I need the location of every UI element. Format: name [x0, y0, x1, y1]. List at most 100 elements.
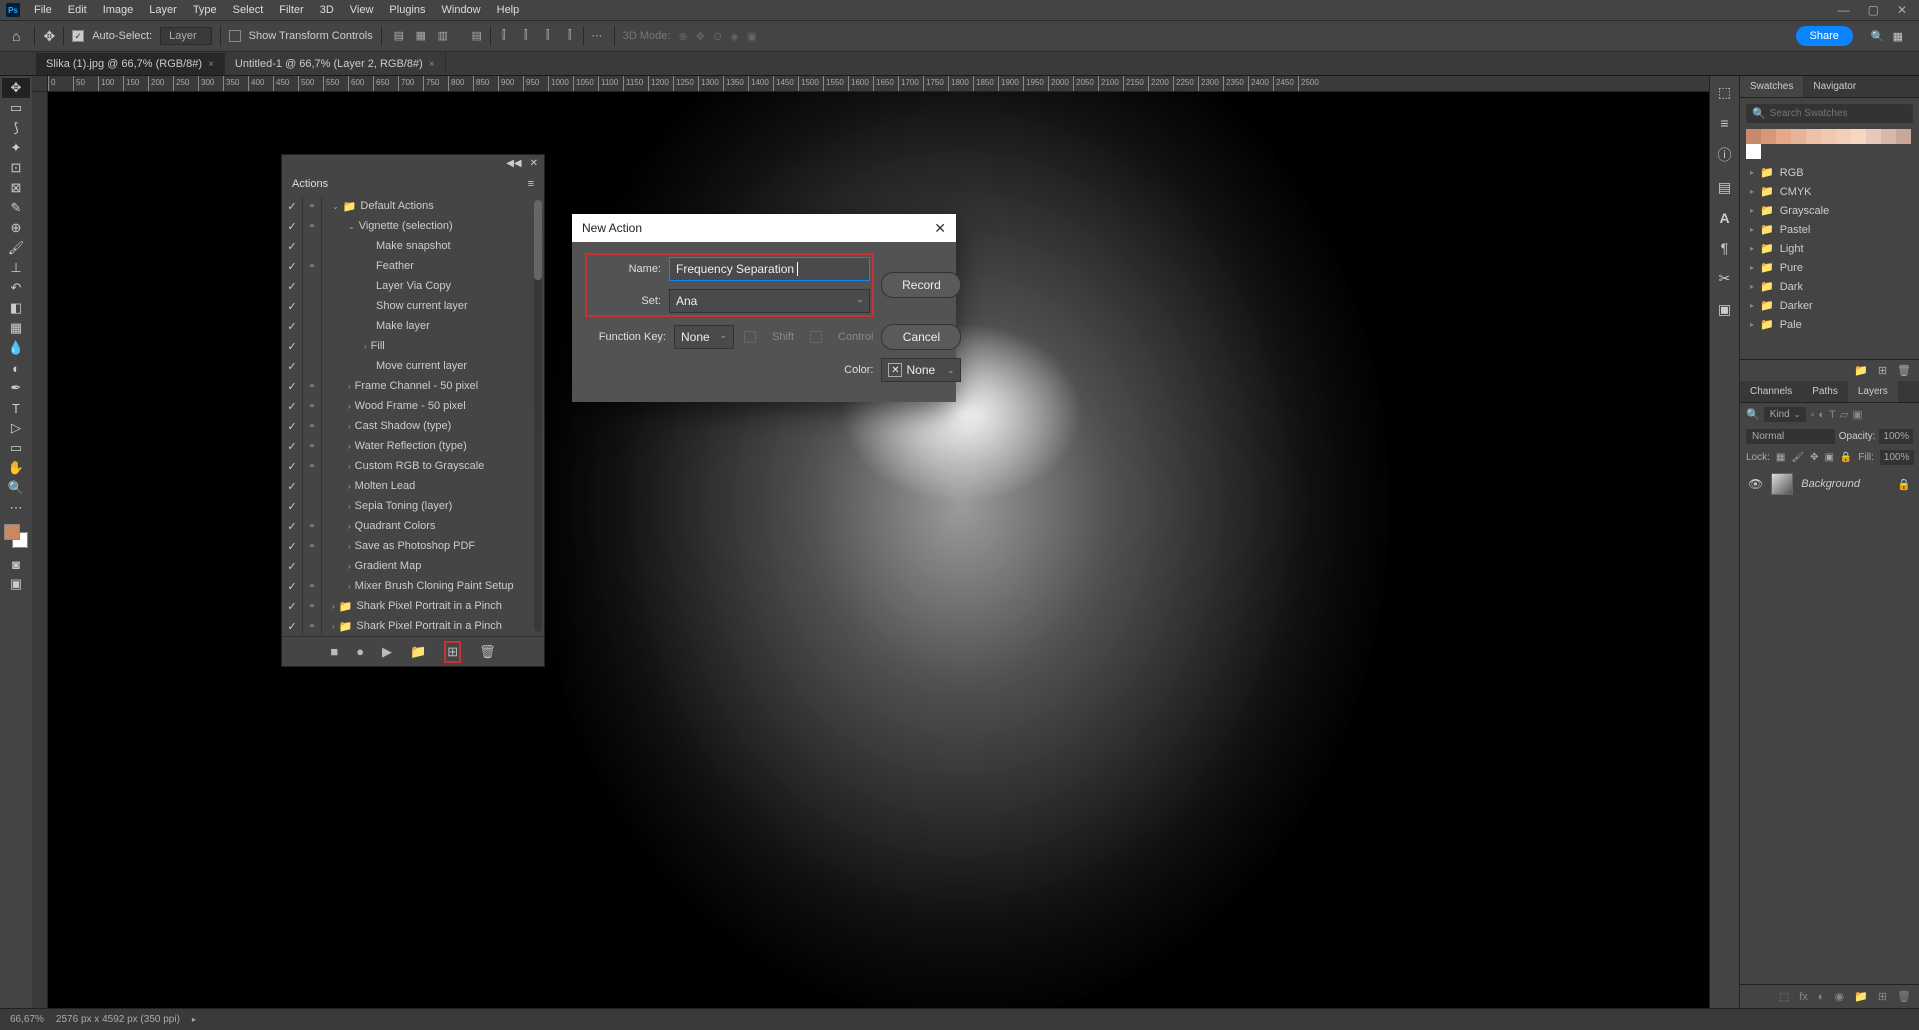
- filter-shape-icon[interactable]: ▱: [1840, 408, 1848, 421]
- action-row[interactable]: ✓▫›📁Shark Pixel Portrait in a Pinch: [282, 616, 534, 636]
- lock-artboard-icon[interactable]: ▣: [1824, 452, 1833, 463]
- quick-mask-tool[interactable]: ◙: [2, 554, 30, 574]
- swatch[interactable]: [1806, 129, 1821, 144]
- auto-select-checkbox[interactable]: ✓: [72, 30, 84, 42]
- dodge-tool[interactable]: ◐: [2, 358, 30, 378]
- new-group-icon[interactable]: 📁: [1854, 990, 1868, 1003]
- minimize-icon[interactable]: —: [1838, 3, 1850, 17]
- dialog-titlebar[interactable]: New Action ✕: [572, 214, 956, 242]
- swatches-tab[interactable]: Swatches: [1740, 76, 1803, 97]
- function-key-select[interactable]: None⌄: [674, 325, 734, 349]
- distribute-v-icon[interactable]: ⫿: [495, 26, 513, 44]
- show-transform-checkbox[interactable]: [229, 30, 241, 42]
- crop-tool[interactable]: ⊡: [2, 158, 30, 178]
- wand-tool[interactable]: ✦: [2, 138, 30, 158]
- pen-tool[interactable]: ✒: [2, 378, 30, 398]
- record-button[interactable]: Record: [881, 272, 961, 298]
- type-tool[interactable]: T: [2, 398, 30, 418]
- swatch-group[interactable]: ▸📁Grayscale: [1740, 201, 1919, 220]
- menu-edit[interactable]: Edit: [60, 1, 95, 19]
- new-swatch-icon[interactable]: ⊞: [1878, 364, 1887, 377]
- new-set-icon[interactable]: 📁: [410, 644, 426, 660]
- swatch[interactable]: [1791, 129, 1806, 144]
- align-top-icon[interactable]: ▤: [468, 26, 486, 44]
- paths-tab[interactable]: Paths: [1802, 381, 1848, 402]
- swatch-search-input[interactable]: [1770, 108, 1907, 119]
- menu-help[interactable]: Help: [489, 1, 528, 19]
- share-button[interactable]: Share: [1796, 26, 1853, 46]
- swatch[interactable]: [1881, 129, 1896, 144]
- character-panel-icon[interactable]: A: [1719, 210, 1729, 226]
- document-tab[interactable]: Untitled-1 @ 66,7% (Layer 2, RGB/8#)×: [225, 53, 446, 75]
- properties-panel-icon[interactable]: ⓘ: [1718, 145, 1732, 165]
- layers-tab[interactable]: Layers: [1848, 381, 1898, 402]
- shape-tool[interactable]: ▭: [2, 438, 30, 458]
- vertical-ruler[interactable]: [32, 92, 48, 1008]
- zoom-tool[interactable]: 🔍: [2, 478, 30, 498]
- move-tool[interactable]: ✥: [2, 78, 30, 98]
- search-icon[interactable]: 🔍: [1871, 30, 1885, 43]
- path-select-tool[interactable]: ▷: [2, 418, 30, 438]
- edit-toolbar[interactable]: ⋯: [2, 498, 30, 518]
- lock-transparency-icon[interactable]: ▦: [1776, 452, 1785, 463]
- actions-panel-header[interactable]: Actions ≡: [282, 172, 544, 196]
- doc-info-arrow[interactable]: ▸: [192, 1015, 196, 1024]
- action-set-select[interactable]: Ana⌄: [669, 289, 870, 313]
- action-row[interactable]: ✓Move current layer: [282, 356, 534, 376]
- swatch[interactable]: [1776, 129, 1791, 144]
- workspace-icon[interactable]: ▦: [1893, 30, 1903, 43]
- layer-lock-icon[interactable]: 🔒: [1897, 478, 1911, 491]
- dialog-close-icon[interactable]: ✕: [934, 220, 946, 237]
- fill-value[interactable]: 100%: [1880, 450, 1914, 465]
- distribute-icon2[interactable]: ⫿: [561, 26, 579, 44]
- menu-file[interactable]: File: [26, 1, 60, 19]
- eraser-tool[interactable]: ◧: [2, 298, 30, 318]
- distribute-icon[interactable]: ⫿: [539, 26, 557, 44]
- horizontal-ruler[interactable]: 0501001502002503003504004505005506006507…: [48, 76, 1709, 92]
- ruler-origin[interactable]: [32, 76, 48, 92]
- layer-group-dropdown[interactable]: Layer: [160, 27, 212, 45]
- action-row[interactable]: ✓Make snapshot: [282, 236, 534, 256]
- swatch[interactable]: [1821, 129, 1836, 144]
- marquee-tool[interactable]: ▭: [2, 98, 30, 118]
- action-row[interactable]: ✓▫›Quadrant Colors: [282, 516, 534, 536]
- action-row[interactable]: ✓▫›Save as Photoshop PDF: [282, 536, 534, 556]
- menu-filter[interactable]: Filter: [271, 1, 311, 19]
- action-row[interactable]: ✓▫›Wood Frame - 50 pixel: [282, 396, 534, 416]
- swatch[interactable]: [1746, 144, 1761, 159]
- swatch[interactable]: [1866, 129, 1881, 144]
- menu-type[interactable]: Type: [185, 1, 225, 19]
- filter-type-icon[interactable]: T: [1829, 409, 1836, 421]
- hand-tool[interactable]: ✋: [2, 458, 30, 478]
- swatch-group[interactable]: ▸📁Pastel: [1740, 220, 1919, 239]
- brush-tool[interactable]: 🖌: [2, 238, 30, 258]
- filter-smart-icon[interactable]: ▣: [1852, 408, 1862, 421]
- layer-thumbnail[interactable]: [1771, 473, 1793, 495]
- more-options-icon[interactable]: ⋯: [588, 26, 606, 44]
- close-tab-icon[interactable]: ×: [208, 59, 214, 70]
- history-brush-tool[interactable]: ↶: [2, 278, 30, 298]
- swatch[interactable]: [1746, 129, 1761, 144]
- swatch[interactable]: [1896, 129, 1911, 144]
- blur-tool[interactable]: 💧: [2, 338, 30, 358]
- swatch-group[interactable]: ▸📁Pale: [1740, 315, 1919, 334]
- lock-position-icon[interactable]: ✥: [1810, 452, 1818, 463]
- delete-action-icon[interactable]: 🗑: [479, 644, 496, 660]
- menu-image[interactable]: Image: [95, 1, 142, 19]
- swatch-search[interactable]: 🔍: [1746, 104, 1913, 123]
- action-row[interactable]: ✓▫›Mixer Brush Cloning Paint Setup: [282, 576, 534, 596]
- styles-panel-icon[interactable]: ▣: [1718, 301, 1731, 318]
- action-color-select[interactable]: ✕ None ⌄: [881, 358, 961, 382]
- close-panel-icon[interactable]: ✕: [530, 158, 538, 169]
- action-row[interactable]: ✓▫›📁Shark Pixel Portrait in a Pinch: [282, 596, 534, 616]
- visibility-icon[interactable]: 👁: [1748, 477, 1763, 491]
- align-left-icon[interactable]: ▤: [390, 26, 408, 44]
- eyedropper-tool[interactable]: ✎: [2, 198, 30, 218]
- cancel-button[interactable]: Cancel: [881, 324, 961, 350]
- action-row[interactable]: ✓›Molten Lead: [282, 476, 534, 496]
- filter-pixel-icon[interactable]: ▫: [1810, 409, 1814, 421]
- lasso-tool[interactable]: ⟆: [2, 118, 30, 138]
- action-row[interactable]: ✓▫›Water Reflection (type): [282, 436, 534, 456]
- swatch-group[interactable]: ▸📁Light: [1740, 239, 1919, 258]
- adjustments-panel-icon[interactable]: ≡: [1720, 115, 1728, 131]
